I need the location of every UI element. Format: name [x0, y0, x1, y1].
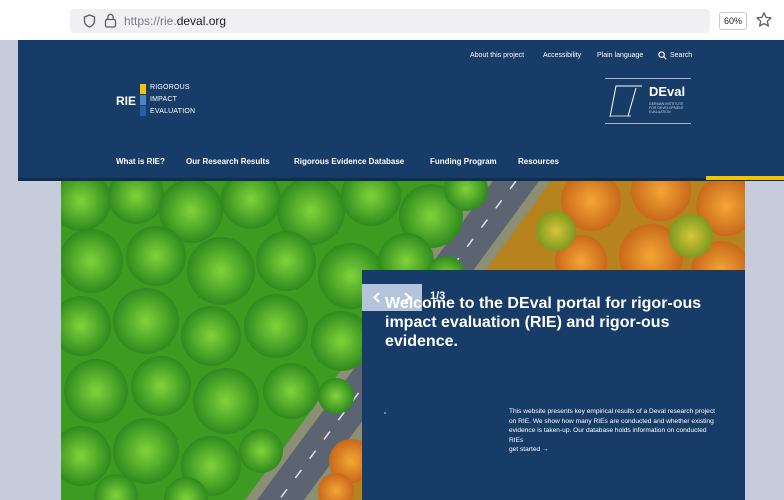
deval-logo[interactable]: DEval GERMAN INSTITUTE FOR DEVELOPMENT E…: [605, 78, 691, 124]
get-started-link[interactable]: get started →: [509, 446, 549, 453]
logo-line-impact: IMPACT: [150, 96, 178, 103]
header-accent-stripe: [706, 176, 784, 180]
logo-line-rigorous: RIGOROUS: [150, 84, 190, 91]
star-icon[interactable]: [755, 11, 773, 29]
hero-headline: Welcome to the DEval portal for rigor-ou…: [385, 295, 702, 350]
zoom-indicator[interactable]: 60%: [719, 12, 747, 30]
deval-wordmark: DEval: [649, 84, 686, 99]
chevron-left-icon: [373, 292, 380, 303]
site-header: About this project Accessibility Plain l…: [18, 40, 784, 178]
deval-rule-top: [605, 78, 691, 79]
rie-logo-mark: RIE: [116, 94, 137, 108]
deval-emblem-icon: [609, 85, 642, 118]
nav-funding-program[interactable]: Funding Program: [430, 157, 497, 166]
search-icon[interactable]: [658, 51, 667, 60]
nav-research-results[interactable]: Our Research Results: [186, 157, 270, 166]
plain-language-link[interactable]: Plain language: [597, 52, 643, 59]
deval-tagline: GERMAN INSTITUTE FOR DEVELOPMENT EVALUAT…: [649, 102, 684, 114]
browser-toolbar: https://rie.deval.org 60%: [0, 0, 784, 40]
hero-body: This website presents key empirical resu…: [509, 407, 719, 455]
hero-body-text: This website presents key empirical resu…: [509, 408, 715, 444]
deval-rule-bottom: [605, 123, 691, 124]
url-prefix: https://rie.: [124, 14, 177, 28]
logo-bar-blue: [140, 106, 146, 116]
nav-what-is-rie[interactable]: What is RIE?: [116, 157, 165, 166]
shield-icon[interactable]: [83, 14, 96, 28]
search-link[interactable]: Search: [670, 52, 692, 59]
about-link[interactable]: About this project: [470, 52, 524, 59]
url-text[interactable]: https://rie.deval.org: [124, 14, 226, 28]
panel-dot: [384, 412, 386, 414]
logo-bar-light-blue: [140, 95, 146, 105]
logo-bar-yellow: [140, 84, 146, 94]
url-domain: deval.org: [176, 14, 227, 28]
logo-line-evaluation: EVALUATION: [150, 108, 196, 115]
lock-icon[interactable]: [104, 13, 117, 28]
nav-resources[interactable]: Resources: [518, 157, 559, 166]
nav-evidence-database[interactable]: Rigorous Evidence Database: [294, 157, 404, 166]
accessibility-link[interactable]: Accessibility: [543, 52, 581, 59]
